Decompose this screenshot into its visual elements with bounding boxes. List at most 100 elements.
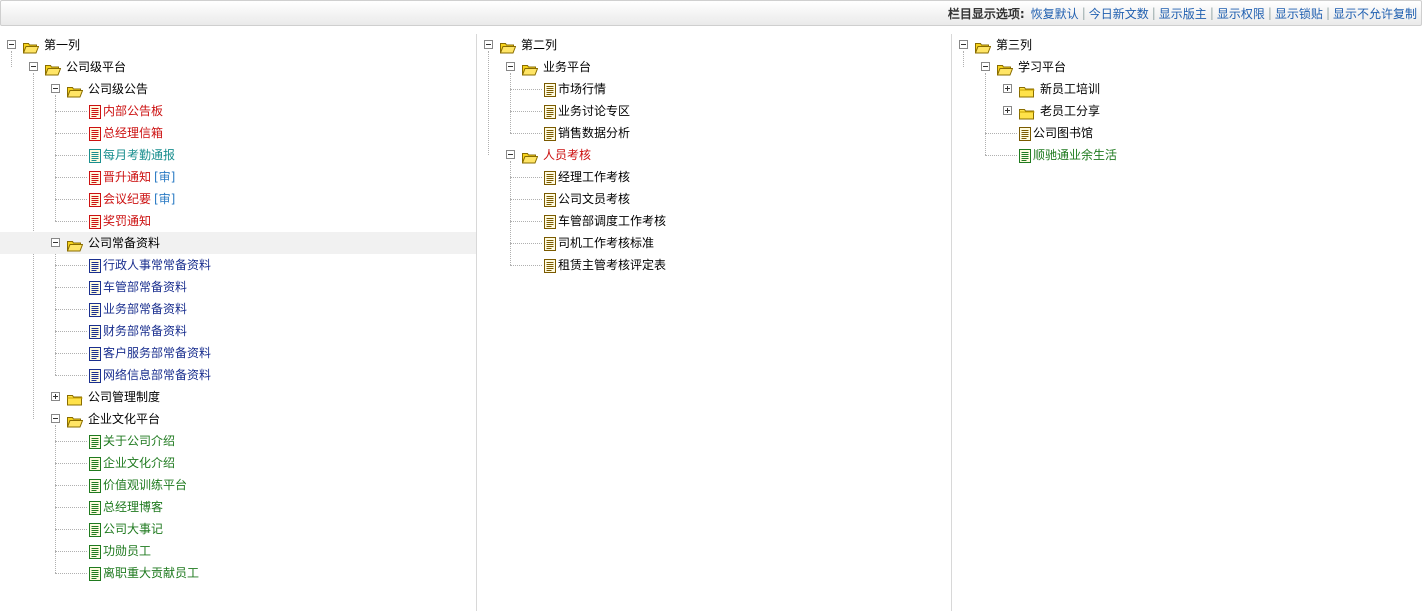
- tree-item-label[interactable]: 功勋员工: [103, 540, 151, 562]
- collapse-toggle-icon[interactable]: [51, 84, 60, 93]
- show-permissions-link[interactable]: 显示权限: [1217, 5, 1265, 22]
- tree-item-label[interactable]: 市场行情: [558, 78, 606, 100]
- tree-folder-row[interactable]: 新员工培训: [952, 78, 1424, 100]
- tree-item-label[interactable]: 网络信息部常备资料: [103, 364, 211, 386]
- tree-item-label[interactable]: 每月考勤通报: [103, 144, 175, 166]
- tree-item-row[interactable]: 公司图书馆: [952, 122, 1424, 144]
- collapse-toggle-icon[interactable]: [506, 62, 515, 71]
- tree-item-label[interactable]: 租赁主管考核评定表: [558, 254, 666, 276]
- show-no-copy-link[interactable]: 显示不允许复制: [1333, 5, 1417, 22]
- tree-folder-row[interactable]: 公司常备资料: [0, 232, 476, 254]
- tree-item-label[interactable]: 关于公司介绍: [103, 430, 175, 452]
- tree-folder-row[interactable]: 第一列: [0, 34, 476, 56]
- tree-item-row[interactable]: 顺驰通业余生活: [952, 144, 1424, 166]
- today-new-posts-link[interactable]: 今日新文数: [1089, 5, 1149, 22]
- tree-item-label[interactable]: 业务部常备资料: [103, 298, 187, 320]
- tree-folder-row[interactable]: 业务平台: [477, 56, 951, 78]
- tree-item-label[interactable]: 行政人事常常备资料: [103, 254, 211, 276]
- tree-folder-row[interactable]: 第三列: [952, 34, 1424, 56]
- tree-item-row[interactable]: 总经理信箱: [0, 122, 476, 144]
- tree-item-row[interactable]: 总经理博客: [0, 496, 476, 518]
- tree-item-row[interactable]: 业务部常备资料: [0, 298, 476, 320]
- tree-item-row[interactable]: 晋升通知 [审]: [0, 166, 476, 188]
- tree-item-label[interactable]: 企业文化介绍: [103, 452, 175, 474]
- collapse-toggle-icon[interactable]: [51, 238, 60, 247]
- collapse-toggle-icon[interactable]: [981, 62, 990, 71]
- tree-folder-label[interactable]: 企业文化平台: [88, 408, 160, 430]
- expand-toggle-icon[interactable]: [1003, 84, 1012, 93]
- tree-item-row[interactable]: 客户服务部常备资料: [0, 342, 476, 364]
- tree-item-row[interactable]: 价值观训练平台: [0, 474, 476, 496]
- restore-default-link[interactable]: 恢复默认: [1031, 5, 1079, 22]
- tree-item-row[interactable]: 企业文化介绍: [0, 452, 476, 474]
- tree-item-label[interactable]: 总经理信箱: [103, 122, 163, 144]
- tree-item-row[interactable]: 行政人事常常备资料: [0, 254, 476, 276]
- tree-folder-row[interactable]: 公司管理制度: [0, 386, 476, 408]
- tree-folder-row[interactable]: 学习平台: [952, 56, 1424, 78]
- collapse-toggle-icon[interactable]: [484, 40, 493, 49]
- tree-item-row[interactable]: 租赁主管考核评定表: [477, 254, 951, 276]
- tree-item-row[interactable]: 离职重大贡献员工: [0, 562, 476, 584]
- tree-item-label[interactable]: 顺驰通业余生活: [1033, 144, 1117, 166]
- tree-folder-label[interactable]: 第一列: [44, 34, 80, 56]
- tree-item-label[interactable]: 公司文员考核: [558, 188, 630, 210]
- tree-item-row[interactable]: 公司文员考核: [477, 188, 951, 210]
- tree-folder-label[interactable]: 第二列: [521, 34, 557, 56]
- show-locked-posts-link[interactable]: 显示锁贴: [1275, 5, 1323, 22]
- tree-item-row[interactable]: 会议纪要 [审]: [0, 188, 476, 210]
- tree-item-row[interactable]: 关于公司介绍: [0, 430, 476, 452]
- tree-item-row[interactable]: 销售数据分析: [477, 122, 951, 144]
- tree-folder-row[interactable]: 老员工分享: [952, 100, 1424, 122]
- expand-toggle-icon[interactable]: [1003, 106, 1012, 115]
- expand-toggle-icon[interactable]: [51, 392, 60, 401]
- collapse-toggle-icon[interactable]: [506, 150, 515, 159]
- tree-item-label[interactable]: 客户服务部常备资料: [103, 342, 211, 364]
- tree-item-label[interactable]: 业务讨论专区: [558, 100, 630, 122]
- tree-item-label[interactable]: 离职重大贡献员工: [103, 562, 199, 584]
- tree-item-row[interactable]: 奖罚通知: [0, 210, 476, 232]
- tree-item-row[interactable]: 车管部调度工作考核: [477, 210, 951, 232]
- tree-item-label[interactable]: 财务部常备资料: [103, 320, 187, 342]
- tree-item-row[interactable]: 每月考勤通报: [0, 144, 476, 166]
- tree-folder-row[interactable]: 公司级平台: [0, 56, 476, 78]
- collapse-toggle-icon[interactable]: [7, 40, 16, 49]
- tree-item-label[interactable]: 晋升通知: [103, 166, 151, 188]
- tree-folder-label[interactable]: 公司级公告: [88, 78, 148, 100]
- tree-folder-row[interactable]: 公司级公告: [0, 78, 476, 100]
- tree-item-label[interactable]: 车管部调度工作考核: [558, 210, 666, 232]
- tree-item-label[interactable]: 价值观训练平台: [103, 474, 187, 496]
- collapse-toggle-icon[interactable]: [29, 62, 38, 71]
- tree-item-row[interactable]: 公司大事记: [0, 518, 476, 540]
- tree-item-row[interactable]: 财务部常备资料: [0, 320, 476, 342]
- show-moderators-link[interactable]: 显示版主: [1159, 5, 1207, 22]
- tree-folder-row[interactable]: 企业文化平台: [0, 408, 476, 430]
- tree-item-label[interactable]: 会议纪要: [103, 188, 151, 210]
- tree-folder-label[interactable]: 新员工培训: [1040, 78, 1100, 100]
- tree-item-label[interactable]: 车管部常备资料: [103, 276, 187, 298]
- tree-item-label[interactable]: 总经理博客: [103, 496, 163, 518]
- tree-item-label[interactable]: 经理工作考核: [558, 166, 630, 188]
- collapse-toggle-icon[interactable]: [51, 414, 60, 423]
- tree-folder-label[interactable]: 老员工分享: [1040, 100, 1100, 122]
- tree-item-label[interactable]: 公司图书馆: [1033, 122, 1093, 144]
- tree-item-label[interactable]: 公司大事记: [103, 518, 163, 540]
- tree-item-row[interactable]: 功勋员工: [0, 540, 476, 562]
- tree-folder-label[interactable]: 第三列: [996, 34, 1032, 56]
- tree-item-label[interactable]: 销售数据分析: [558, 122, 630, 144]
- tree-folder-label[interactable]: 人员考核: [543, 144, 591, 166]
- tree-item-label[interactable]: 内部公告板: [103, 100, 163, 122]
- collapse-toggle-icon[interactable]: [959, 40, 968, 49]
- tree-folder-label[interactable]: 学习平台: [1018, 56, 1066, 78]
- tree-folder-label[interactable]: 公司管理制度: [88, 386, 160, 408]
- tree-item-row[interactable]: 车管部常备资料: [0, 276, 476, 298]
- tree-folder-row[interactable]: 人员考核: [477, 144, 951, 166]
- tree-folder-row[interactable]: 第二列: [477, 34, 951, 56]
- tree-folder-label[interactable]: 业务平台: [543, 56, 591, 78]
- tree-item-row[interactable]: 市场行情: [477, 78, 951, 100]
- tree-folder-label[interactable]: 公司常备资料: [88, 232, 160, 254]
- tree-item-label[interactable]: 司机工作考核标准: [558, 232, 654, 254]
- tree-item-row[interactable]: 经理工作考核: [477, 166, 951, 188]
- tree-item-row[interactable]: 司机工作考核标准: [477, 232, 951, 254]
- tree-item-row[interactable]: 内部公告板: [0, 100, 476, 122]
- tree-item-label[interactable]: 奖罚通知: [103, 210, 151, 232]
